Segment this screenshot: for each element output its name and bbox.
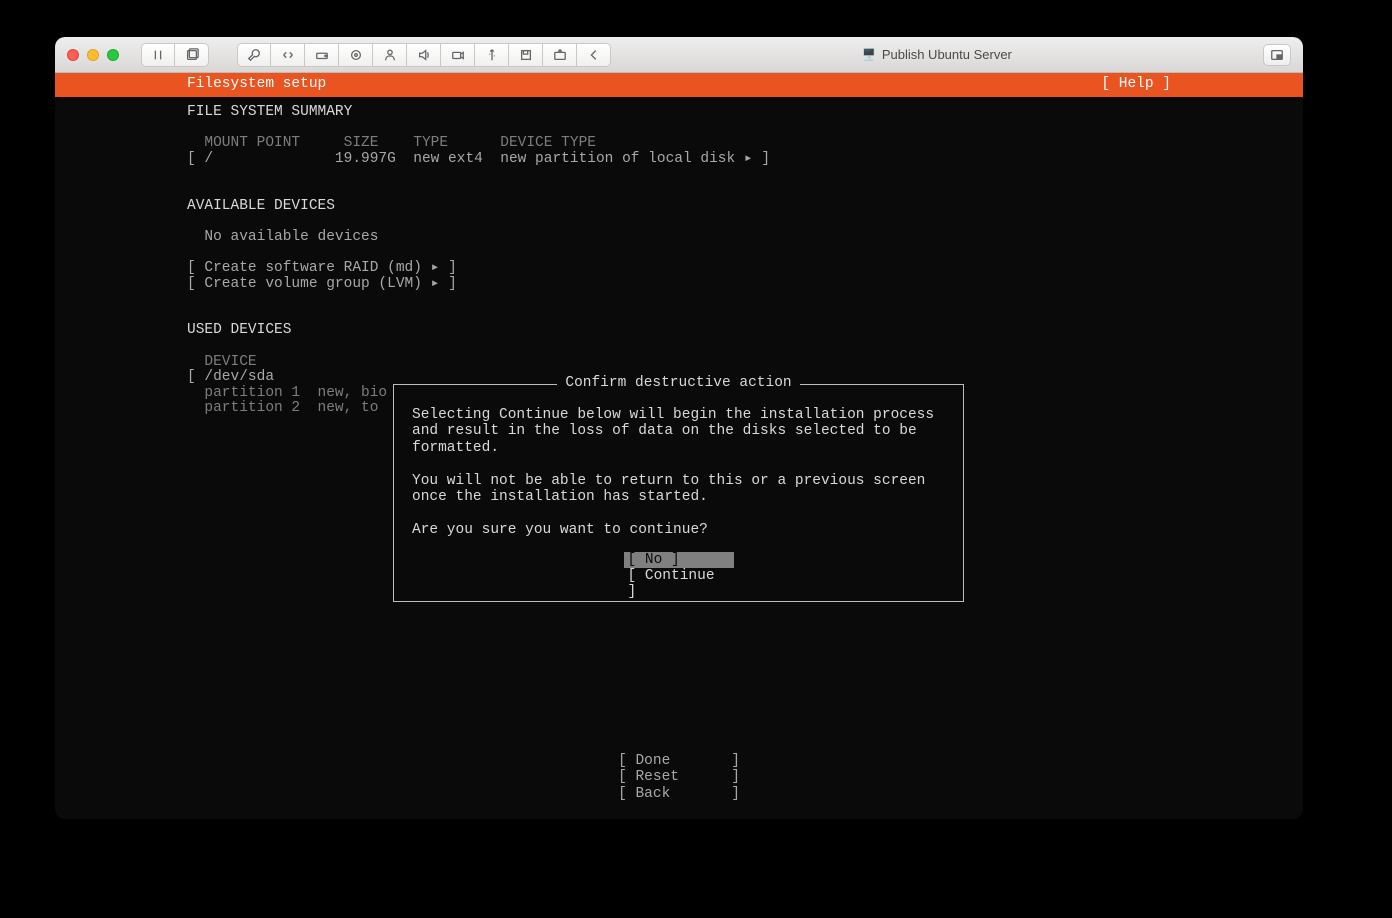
fs-summary-heading: FILE SYSTEM SUMMARY: [187, 104, 352, 120]
installer-header: Filesystem setup [ Help ]: [55, 73, 1303, 97]
titlebar: 🖥️ Publish Ubuntu Server: [55, 37, 1303, 73]
reset-button[interactable]: [ Reset ]: [618, 769, 740, 785]
dialog-body: Selecting Continue below will begin the …: [394, 385, 963, 538]
window-title: 🖥️ Publish Ubuntu Server: [619, 47, 1255, 62]
sound-icon[interactable]: [407, 43, 441, 67]
window-controls: [67, 49, 119, 61]
dialog-continue-button[interactable]: [ Continue ]: [624, 568, 734, 600]
installer-body: FILE SYSTEM SUMMARY MOUNT POINT SIZE TYP…: [55, 97, 1303, 417]
pause-vm-button[interactable]: [141, 43, 175, 67]
cd-icon[interactable]: [339, 43, 373, 67]
used-columns: DEVICE: [187, 354, 257, 370]
no-available-devices: No available devices: [187, 229, 378, 245]
expand-icon[interactable]: [271, 43, 305, 67]
fs-row-root[interactable]: [ / 19.997G new ext4 new partition of lo…: [187, 151, 770, 167]
snapshots-button[interactable]: [175, 43, 209, 67]
available-heading: AVAILABLE DEVICES: [187, 198, 335, 214]
hdd-icon[interactable]: [305, 43, 339, 67]
window-title-text: Publish Ubuntu Server: [882, 47, 1012, 62]
create-raid-button[interactable]: [ Create software RAID (md) ▸ ]: [187, 260, 457, 276]
minimize-window-button[interactable]: [87, 49, 99, 61]
create-lvm-button[interactable]: [ Create volume group (LVM) ▸ ]: [187, 276, 457, 292]
fs-columns: MOUNT POINT SIZE TYPE DEVICE TYPE: [187, 135, 596, 151]
zoom-window-button[interactable]: [107, 49, 119, 61]
close-window-button[interactable]: [67, 49, 79, 61]
floppy-icon[interactable]: [509, 43, 543, 67]
share-icon[interactable]: [543, 43, 577, 67]
camera-icon[interactable]: [441, 43, 475, 67]
installer-title: Filesystem setup: [187, 77, 326, 93]
dialog-no-button[interactable]: [ No ]: [624, 552, 734, 568]
confirm-dialog: Confirm destructive action Selecting Con…: [393, 384, 964, 602]
dialog-p2: You will not be able to return to this o…: [412, 473, 934, 505]
partition-1: partition 1 new, bio: [187, 385, 387, 401]
partition-2: partition 2 new, to: [187, 400, 378, 416]
back-button[interactable]: [ Back ]: [618, 786, 740, 802]
app-icon: 🖥️: [862, 48, 876, 61]
device-sda[interactable]: [ /dev/sda: [187, 369, 274, 385]
wrench-icon[interactable]: [237, 43, 271, 67]
terminal: Filesystem setup [ Help ] FILE SYSTEM SU…: [55, 73, 1303, 819]
footer-buttons: [ Done ] [ Reset ] [ Back ]: [55, 753, 1303, 803]
pip-icon[interactable]: [1263, 44, 1291, 66]
help-button[interactable]: [ Help ]: [1101, 77, 1171, 93]
dialog-title: Confirm destructive action: [394, 376, 963, 392]
dialog-p3: Are you sure you want to continue?: [412, 522, 708, 538]
done-button[interactable]: [ Done ]: [618, 753, 740, 769]
user-icon[interactable]: [373, 43, 407, 67]
dialog-p1: Selecting Continue below will begin the …: [412, 407, 943, 456]
chevron-left-icon[interactable]: [577, 43, 611, 67]
vm-window: 🖥️ Publish Ubuntu Server Filesystem setu…: [55, 37, 1303, 819]
usb-icon[interactable]: [475, 43, 509, 67]
used-heading: USED DEVICES: [187, 322, 291, 338]
